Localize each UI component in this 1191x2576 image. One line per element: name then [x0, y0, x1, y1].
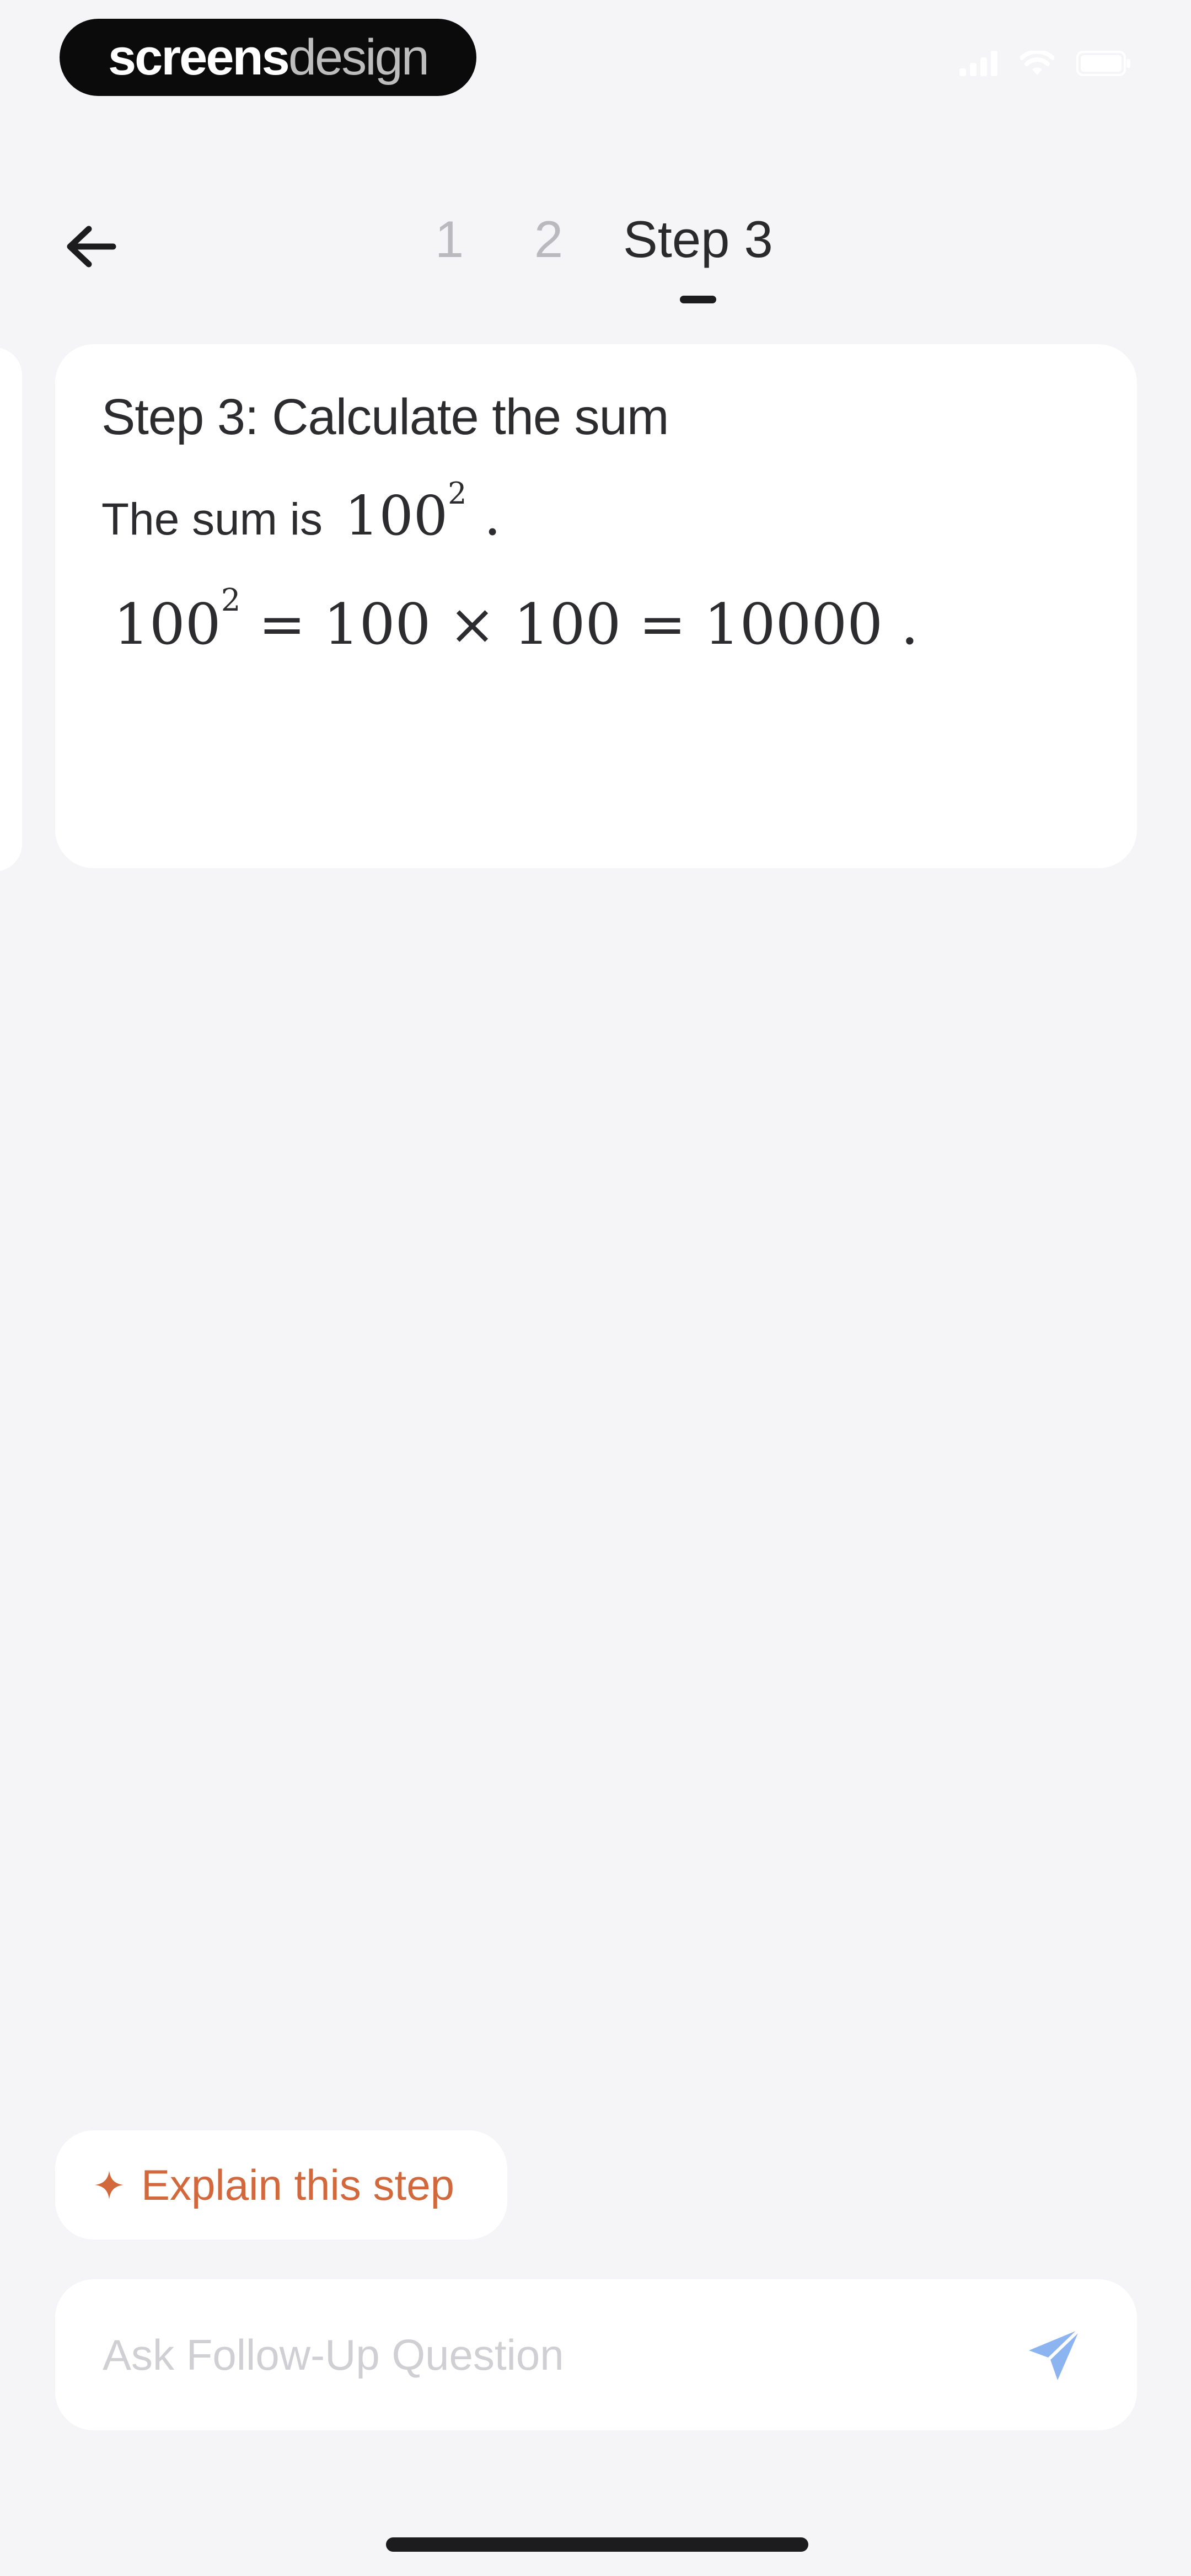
back-button[interactable]: [55, 211, 127, 282]
brand-logo-light: design: [288, 29, 430, 85]
arrow-left-icon: [67, 226, 116, 268]
active-tab-indicator: [679, 296, 716, 303]
equation-base: 100: [114, 592, 221, 658]
tab-step-2[interactable]: 2: [507, 210, 590, 314]
tab-step-1[interactable]: 1: [408, 210, 491, 314]
cellular-signal-icon: [959, 51, 997, 76]
step-sentence-prefix: The sum is: [101, 494, 323, 544]
wifi-icon: [1020, 51, 1054, 75]
equation-exponent: 2: [221, 582, 241, 619]
home-indicator: [386, 2537, 808, 2552]
equation: 1002 = 100 × 100 = 10000 .: [114, 582, 1091, 658]
inline-math-base: 100: [345, 485, 448, 548]
step-tabs: 1 2 Step 3: [408, 210, 773, 314]
status-icons: [959, 51, 1131, 76]
follow-up-question-input[interactable]: [101, 2329, 1016, 2381]
status-bar: screens design: [0, 0, 1191, 116]
tab-step-1-label: 1: [434, 210, 464, 268]
equation-rest: = 100 × 100 = 10000 .: [240, 592, 919, 658]
step-card: Step 3: Calculate the sum The sum is 100…: [55, 344, 1137, 868]
step-sentence: The sum is 1002 .: [101, 476, 1091, 548]
previous-step-card[interactable]: [0, 348, 22, 872]
follow-up-question-box: [55, 2279, 1137, 2430]
battery-icon: [1076, 51, 1130, 76]
send-button[interactable]: [1016, 2316, 1093, 2393]
brand-logo-bold: screens: [108, 29, 290, 85]
tab-step-3[interactable]: Step 3: [623, 210, 773, 314]
sparkle-icon: [95, 2171, 124, 2199]
explain-step-label: Explain this step: [141, 2160, 454, 2209]
send-icon: [1029, 2328, 1081, 2380]
inline-math: 1002 .: [345, 476, 501, 548]
step-navigation: 1 2 Step 3: [0, 188, 1191, 309]
explain-step-button[interactable]: Explain this step: [55, 2130, 507, 2240]
brand-logo: screens design: [60, 19, 476, 96]
inline-math-exponent: 2: [448, 475, 467, 511]
tab-step-2-label: 2: [534, 210, 564, 268]
tab-step-3-label: Step 3: [623, 210, 773, 268]
step-title: Step 3: Calculate the sum: [101, 389, 669, 445]
inline-math-suffix: .: [484, 485, 501, 548]
